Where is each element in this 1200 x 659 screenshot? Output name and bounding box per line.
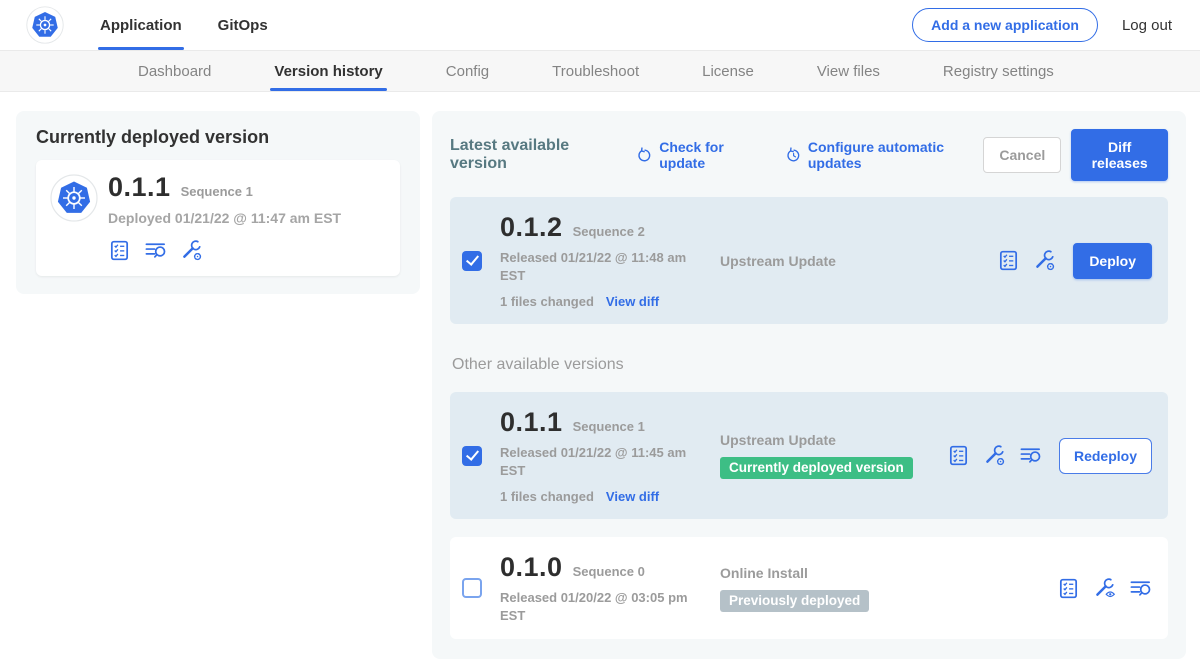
version-number: 0.1.0 <box>500 552 563 583</box>
version-card: 0.1.0 Sequence 0 Released 01/20/22 @ 03:… <box>450 537 1168 639</box>
nav-tab-label: Application <box>100 17 182 34</box>
released-timestamp: Released 01/20/22 @ 03:05 pm EST <box>500 589 700 624</box>
sequence-label: Sequence 0 <box>573 564 645 579</box>
version-checkbox[interactable] <box>462 251 482 271</box>
sequence-label: Sequence 1 <box>573 419 645 434</box>
subnav-tabs: Dashboard Version history Config Trouble… <box>0 51 1200 91</box>
tab-label: Dashboard <box>138 63 211 80</box>
check-for-update-link[interactable]: Check for update <box>636 139 763 171</box>
version-source-label: Upstream Update <box>720 253 997 269</box>
cancel-button[interactable]: Cancel <box>983 137 1061 173</box>
release-notes-magnifier-icon[interactable] <box>1129 577 1152 600</box>
available-versions-panel: Latest available version Check for updat… <box>432 111 1186 659</box>
previously-deployed-badge: Previously deployed <box>720 590 869 612</box>
version-source-label: Online Install <box>720 565 1057 581</box>
latest-version-title: Latest available version <box>450 137 614 173</box>
header-actions: Add a new application Log out <box>912 8 1172 42</box>
circular-arrow-icon <box>636 146 653 165</box>
currently-deployed-panel: Currently deployed version 0.1.1 Sequenc… <box>16 111 420 294</box>
deploy-button[interactable]: Deploy <box>1073 243 1152 279</box>
tab-label: Config <box>446 63 489 80</box>
view-diff-link[interactable]: View diff <box>606 489 659 504</box>
logout-link[interactable]: Log out <box>1122 17 1172 34</box>
preflight-checklist-icon[interactable] <box>947 444 970 467</box>
deployed-version-card: 0.1.1 Sequence 1 Deployed 01/21/22 @ 11:… <box>36 160 400 276</box>
tab-registry-settings[interactable]: Registry settings <box>943 51 1054 91</box>
release-notes-magnifier-icon[interactable] <box>1019 444 1042 467</box>
app-subnav: Dashboard Version history Config Trouble… <box>0 50 1200 92</box>
redeploy-button[interactable]: Redeploy <box>1059 438 1152 474</box>
released-timestamp: Released 01/21/22 @ 11:48 am EST <box>500 249 700 284</box>
configure-updates-label: Configure automatic updates <box>808 139 983 171</box>
check-for-update-label: Check for update <box>659 139 762 171</box>
tab-view-files[interactable]: View files <box>817 51 880 91</box>
files-changed-label: 1 files changed <box>500 489 594 504</box>
tab-dashboard[interactable]: Dashboard <box>138 51 211 91</box>
tab-label: Troubleshoot <box>552 63 639 80</box>
other-versions-title: Other available versions <box>452 356 1168 374</box>
kubernetes-logo-icon[interactable] <box>26 6 64 44</box>
currently-deployed-badge: Currently deployed version <box>720 457 913 479</box>
main-content: Currently deployed version 0.1.1 Sequenc… <box>0 92 1200 659</box>
nav-tab-label: GitOps <box>218 17 268 34</box>
preflight-checklist-icon[interactable] <box>1057 577 1080 600</box>
tab-label: License <box>702 63 754 80</box>
version-card: 0.1.2 Sequence 2 Released 01/21/22 @ 11:… <box>450 197 1168 324</box>
version-number: 0.1.2 <box>500 212 563 243</box>
deployed-sequence-label: Sequence 1 <box>181 184 253 199</box>
tab-label: View files <box>817 63 880 80</box>
preflight-checklist-icon[interactable] <box>108 239 131 262</box>
clock-arrow-icon <box>785 146 802 165</box>
view-diff-link[interactable]: View diff <box>606 294 659 309</box>
files-changed-label: 1 files changed <box>500 294 594 309</box>
versions-panel-header: Latest available version Check for updat… <box>450 129 1168 181</box>
diff-releases-button[interactable]: Diff releases <box>1071 129 1168 181</box>
tab-label: Registry settings <box>943 63 1054 80</box>
edit-config-wrench-gear-icon[interactable] <box>1033 249 1056 272</box>
deployed-panel-title: Currently deployed version <box>36 127 400 148</box>
tab-label: Version history <box>274 63 382 80</box>
tab-config[interactable]: Config <box>446 51 489 91</box>
version-checkbox[interactable] <box>462 446 482 466</box>
released-timestamp: Released 01/21/22 @ 11:45 am EST <box>500 444 700 479</box>
version-checkbox[interactable] <box>462 578 482 598</box>
deployed-timestamp: Deployed 01/21/22 @ 11:47 am EST <box>108 210 341 226</box>
tab-troubleshoot[interactable]: Troubleshoot <box>552 51 639 91</box>
tab-version-history[interactable]: Version history <box>274 51 382 91</box>
sequence-label: Sequence 2 <box>573 224 645 239</box>
preflight-checklist-icon[interactable] <box>997 249 1020 272</box>
edit-config-wrench-gear-icon[interactable] <box>180 239 203 262</box>
version-source-label: Upstream Update <box>720 432 947 448</box>
nav-tab-gitops[interactable]: GitOps <box>216 0 270 50</box>
version-number: 0.1.1 <box>500 407 563 438</box>
tab-license[interactable]: License <box>702 51 754 91</box>
edit-config-wrench-gear-icon[interactable] <box>983 444 1006 467</box>
deployed-version-number: 0.1.1 <box>108 172 171 203</box>
configure-automatic-updates-link[interactable]: Configure automatic updates <box>785 139 984 171</box>
release-notes-magnifier-icon[interactable] <box>144 239 167 262</box>
app-header: Application GitOps Add a new application… <box>0 0 1200 50</box>
version-card: 0.1.1 Sequence 1 Released 01/21/22 @ 11:… <box>450 392 1168 519</box>
primary-nav: Application GitOps <box>98 0 302 50</box>
nav-tab-application[interactable]: Application <box>98 0 184 50</box>
add-application-button[interactable]: Add a new application <box>912 8 1098 42</box>
kubernetes-app-icon <box>50 174 98 222</box>
view-config-wrench-eye-icon[interactable] <box>1093 577 1116 600</box>
